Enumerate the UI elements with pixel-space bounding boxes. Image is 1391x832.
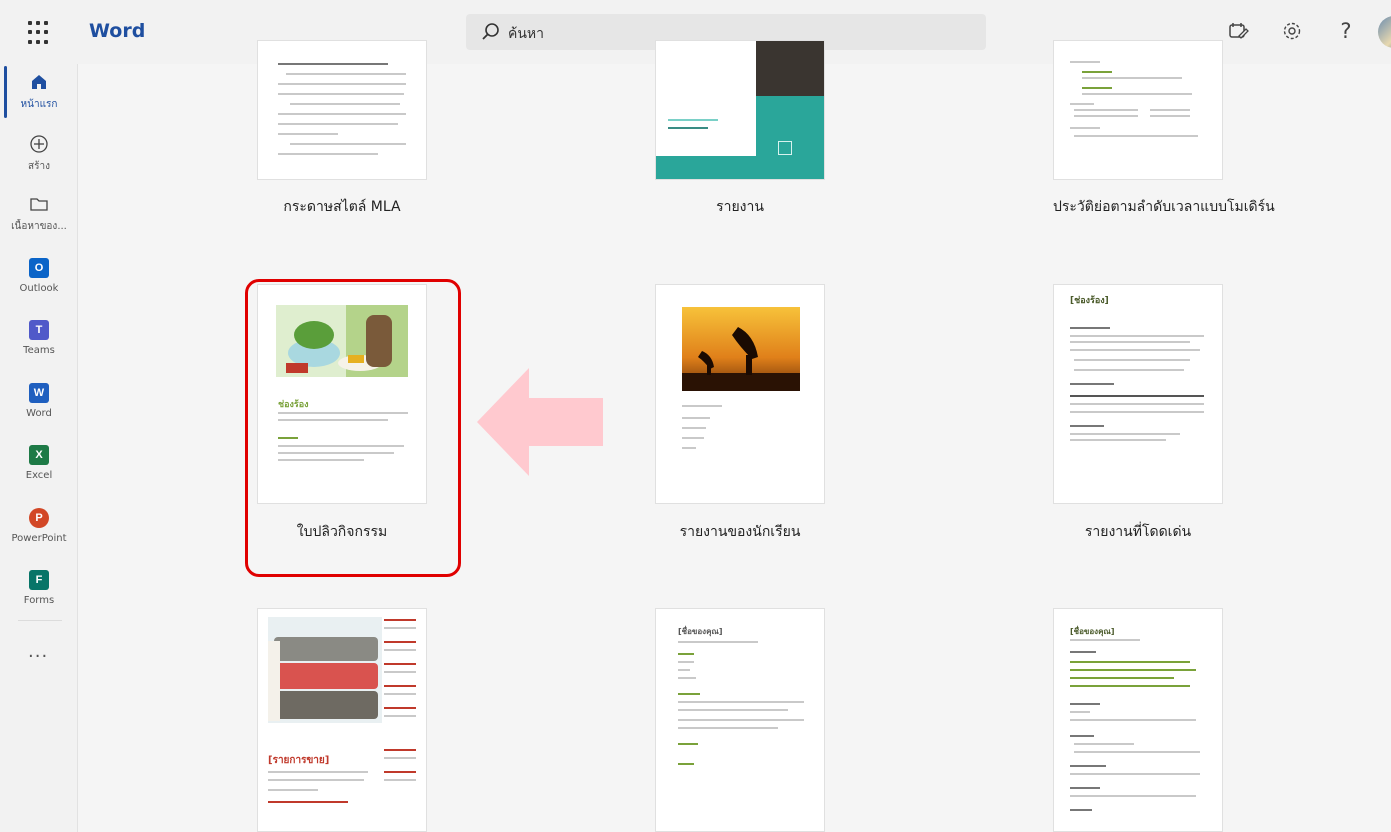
rail-item-label: หน้าแรก <box>20 99 58 110</box>
rail-item-label: เนื้อหาของ... <box>11 221 67 232</box>
template-thumbnail-student-report[interactable] <box>655 284 825 504</box>
rail-item-outlook[interactable]: O Outlook <box>0 256 78 294</box>
template-thumbnail-report[interactable] <box>655 40 825 180</box>
template-thumbnail-mla[interactable] <box>257 40 427 180</box>
left-arrow-icon <box>477 368 603 476</box>
rail-item-label: Word <box>26 408 52 419</box>
rail-item-label: Excel <box>25 470 53 481</box>
app-launcher-icon[interactable] <box>28 21 52 45</box>
rail-divider <box>18 620 62 621</box>
rail-item-label: สร้าง <box>28 161 50 172</box>
template-label[interactable]: รายงานที่โดดเด่น <box>1053 521 1223 543</box>
rail-item-home[interactable]: หน้าแรก <box>0 70 78 112</box>
rail-item-label: PowerPoint <box>11 533 67 544</box>
word-icon: W <box>27 381 51 405</box>
template-label[interactable]: รายงาน <box>655 196 825 218</box>
more-apps-icon[interactable]: ··· <box>28 646 48 667</box>
search-placeholder: ค้นหา <box>508 26 545 42</box>
help-icon[interactable]: ? <box>1333 18 1359 44</box>
template-thumbnail-standout-report[interactable]: [ช่องร้อง] <box>1053 284 1223 504</box>
rail-item-excel[interactable]: X Excel <box>0 443 78 481</box>
plus-circle-icon <box>27 132 51 156</box>
satellite-dish-photo <box>682 307 800 391</box>
rail-item-teams[interactable]: T Teams <box>0 318 78 356</box>
rail-item-label: Teams <box>23 345 55 356</box>
cv-title: [ชื่อของคุณ] <box>1070 627 1115 636</box>
left-rail: หน้าแรก สร้าง เนื้อหาของ... O Outlook T … <box>0 64 78 832</box>
template-label[interactable]: ประวัติย่อตามลำดับเวลาแบบโมเดิร์น <box>1053 196 1275 218</box>
folder-icon <box>27 192 51 216</box>
template-thumbnail-cv-basic[interactable]: [ชื่อของคุณ] <box>655 608 825 832</box>
powerpoint-icon: P <box>27 506 51 530</box>
feedback-icon[interactable] <box>1225 18 1251 44</box>
rail-item-word[interactable]: W Word <box>0 381 78 419</box>
template-label[interactable]: รายงานของนักเรียน <box>655 521 825 543</box>
template-thumbnail-sale-flyer[interactable]: [รายการขาย] <box>257 608 427 832</box>
teams-icon: T <box>27 318 51 342</box>
rail-item-my-content[interactable]: เนื้อหาของ... <box>0 192 78 234</box>
rail-item-powerpoint[interactable]: P PowerPoint <box>0 506 78 544</box>
rail-item-forms[interactable]: F Forms <box>0 568 78 606</box>
home-icon <box>27 70 51 94</box>
sale-title: [รายการขาย] <box>268 755 330 766</box>
highlight-box <box>245 279 461 577</box>
books-photo <box>268 617 382 723</box>
excel-icon: X <box>27 443 51 467</box>
rail-item-label: Outlook <box>19 283 59 294</box>
rail-item-label: Forms <box>23 595 55 606</box>
outlook-icon: O <box>27 256 51 280</box>
search-icon <box>482 23 499 40</box>
settings-gear-icon[interactable] <box>1279 18 1305 44</box>
rail-item-create[interactable]: สร้าง <box>0 132 78 174</box>
template-thumbnail-modern-cv[interactable] <box>1053 40 1223 180</box>
forms-icon: F <box>27 568 51 592</box>
app-name[interactable]: Word <box>89 20 145 42</box>
avatar[interactable] <box>1378 16 1391 48</box>
template-thumbnail-cv-detailed[interactable]: [ชื่อของคุณ] <box>1053 608 1223 832</box>
cv-title: [ชื่อของคุณ] <box>678 627 723 636</box>
template-label[interactable]: กระดาษสไตล์ MLA <box>257 196 427 218</box>
standout-title: [ช่องร้อง] <box>1070 296 1109 306</box>
